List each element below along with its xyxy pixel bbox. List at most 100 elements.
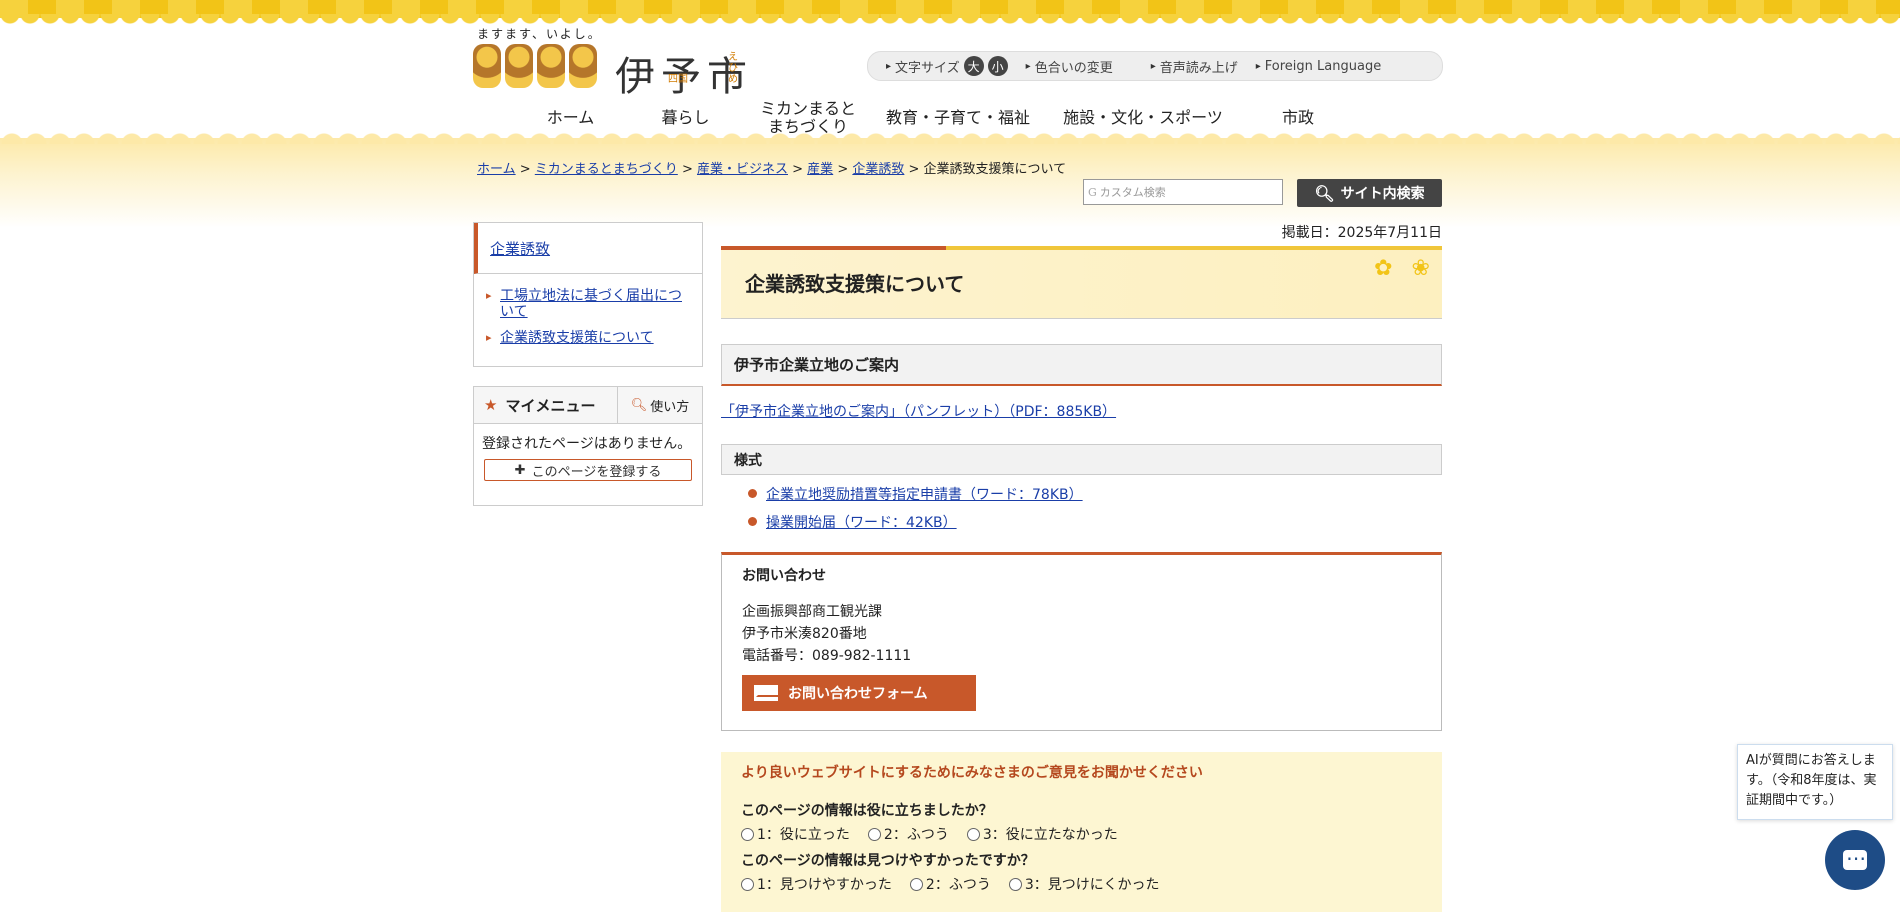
- nav-living[interactable]: 暮らし: [628, 100, 743, 136]
- radio-button[interactable]: [867, 827, 881, 841]
- feedback-form: より良いウェブサイトにするためにみなさまのご意見をお聞かせください このページの…: [721, 752, 1442, 912]
- hero-background: [0, 130, 1900, 228]
- radio-button[interactable]: [1008, 877, 1022, 891]
- feedback-option[interactable]: 1：見つけやすかった: [741, 874, 892, 894]
- site-search-button[interactable]: 🔍︎ サイト内検索: [1297, 179, 1442, 207]
- add-to-my-menu-button[interactable]: ✚ このページを登録する: [484, 459, 692, 481]
- foreign-language-link[interactable]: Foreign Language: [1256, 59, 1381, 74]
- feedback-title: より良いウェブサイトにするためにみなさまのご意見をお聞かせください: [741, 765, 1203, 781]
- sidebar-item-link[interactable]: 工場立地法に基づく届出について: [500, 288, 682, 320]
- page-title-box: 企業誘致支援策について ✿ ❀: [721, 246, 1442, 319]
- contact-address: 伊予市米湊820番地: [742, 626, 867, 642]
- radio-button[interactable]: [966, 827, 980, 841]
- breadcrumb: ホーム > ミカンまるとまちづくり > 産業・ビジネス > 産業 > 企業誘致 …: [477, 162, 1067, 177]
- document-link[interactable]: 操業開始届（ワード：42KB）: [766, 515, 957, 531]
- post-date: 掲載日：2025年7月11日: [1281, 225, 1442, 241]
- top-decorative-band: [0, 0, 1900, 24]
- contact-form-label: お問い合わせフォーム: [788, 686, 928, 702]
- nav-home[interactable]: ホーム: [513, 100, 628, 136]
- my-menu-help-link[interactable]: 🔍︎ 使い方: [618, 387, 702, 423]
- utility-bar: 文字サイズ 大 小 色合いの変更 音声読み上げ Foreign Language: [867, 51, 1443, 81]
- sidebar-local-nav: 企業誘致 工場立地法に基づく届出について 企業誘致支援策について: [473, 222, 703, 367]
- feedback-option[interactable]: 3：役に立たなかった: [966, 824, 1118, 844]
- sidebar-link-list: 工場立地法に基づく届出について 企業誘致支援策について: [474, 274, 702, 366]
- breadcrumb-link[interactable]: 企業誘致: [852, 162, 904, 177]
- my-menu-help-text: 使い方: [650, 399, 690, 415]
- feedback-option[interactable]: 2：ふつう: [867, 824, 949, 844]
- document-item: 企業立地奨励措置等指定申請書（ワード：78KB）: [748, 484, 1083, 504]
- contact-form-button[interactable]: お問い合わせフォーム: [742, 675, 976, 711]
- feedback-option[interactable]: 1：役に立った: [741, 824, 850, 844]
- nav-government[interactable]: 市政: [1243, 100, 1353, 136]
- font-size-control: 文字サイズ 大 小: [886, 56, 1008, 76]
- global-nav: ホーム 暮らし ミカンまるとまちづくり 教育・子育て・福祉 施設・文化・スポーツ…: [513, 100, 1353, 136]
- color-change-label: 色合いの変更: [1034, 60, 1113, 76]
- foreign-language-label: Foreign Language: [1264, 58, 1382, 74]
- search-placeholder: カスタム検索: [1099, 186, 1166, 199]
- nav-town[interactable]: ミカンまるとまちづくり: [743, 100, 873, 136]
- document-list: 企業立地奨励措置等指定申請書（ワード：78KB） 操業開始届（ワード：42KB）: [748, 484, 1083, 540]
- contact-title: お問い合わせ: [742, 568, 826, 584]
- my-menu-header: ★ マイメニュー 🔍︎ 使い方: [474, 387, 702, 424]
- feedback-option[interactable]: 2：ふつう: [909, 874, 991, 894]
- read-aloud-label: 音声読み上げ: [1159, 60, 1238, 76]
- search-icon: 🔍︎: [1314, 183, 1335, 203]
- pamphlet-pdf-link[interactable]: 「伊予市企業立地のご案内」（パンフレット）（PDF：885KB）: [721, 401, 1116, 421]
- feedback-question-findability: このページの情報は見つけやすかったですか？: [741, 853, 1035, 869]
- section-heading-guide: 伊予市企業立地のご案内: [721, 344, 1442, 386]
- page-title: 企業誘致支援策について: [745, 272, 965, 296]
- logo-mikan-icon: [569, 44, 597, 88]
- ai-chat-button[interactable]: [1825, 830, 1885, 890]
- breadcrumb-link[interactable]: 産業・ビジネス: [697, 162, 788, 177]
- search-icon: 🔍︎: [630, 397, 648, 413]
- contact-phone: 電話番号：089-982-1111: [742, 648, 912, 664]
- sidebar-item-link[interactable]: 企業誘致支援策について: [500, 330, 654, 346]
- breadcrumb-link[interactable]: ホーム: [477, 162, 516, 177]
- logo-sub-ehime: えひめ: [728, 52, 738, 85]
- site-logo-mark[interactable]: [473, 44, 597, 88]
- breadcrumb-current: 企業誘致支援策について: [923, 162, 1067, 177]
- feedback-option-label: 3：見つけにくかった: [1024, 877, 1160, 893]
- my-menu-title-text: マイメニュー: [505, 396, 596, 415]
- feedback-option-label: 2：ふつう: [883, 827, 949, 843]
- feedback-option-label: 3：役に立たなかった: [982, 827, 1118, 843]
- contact-box: お問い合わせ 企画振興部商工観光課 伊予市米湊820番地 電話番号：089-98…: [721, 552, 1442, 731]
- chat-icon: [1843, 846, 1867, 870]
- nav-facilities[interactable]: 施設・文化・スポーツ: [1043, 100, 1243, 136]
- color-change-link[interactable]: 色合いの変更: [1026, 57, 1113, 76]
- sidebar-heading: 企業誘致: [474, 223, 702, 274]
- breadcrumb-link[interactable]: 産業: [807, 162, 833, 177]
- radio-button[interactable]: [909, 877, 923, 891]
- logo-mikan-icon: [473, 44, 501, 88]
- flower-decoration-icon: ✿ ❀: [1374, 256, 1436, 281]
- document-link[interactable]: 企業立地奨励措置等指定申請書（ワード：78KB）: [766, 487, 1083, 503]
- radio-button[interactable]: [741, 827, 754, 841]
- feedback-options-usefulness: 1：役に立った 2：ふつう 3：役に立たなかった: [741, 824, 1422, 844]
- contact-department: 企画振興部商工観光課: [742, 604, 882, 620]
- section-heading-forms: 様式: [721, 444, 1442, 475]
- ai-chat-bubble: AIが質問にお答えします。（令和8年度は、実証期間中です。）: [1737, 744, 1893, 820]
- breadcrumb-link[interactable]: ミカンまるとまちづくり: [535, 162, 678, 177]
- logo-mikan-icon: [505, 44, 533, 88]
- google-icon: G: [1088, 185, 1097, 199]
- feedback-options-findability: 1：見つけやすかった 2：ふつう 3：見つけにくかった: [741, 874, 1422, 894]
- sidebar-item: 企業誘致支援策について: [486, 330, 690, 346]
- site-search-label: サイト内検索: [1340, 186, 1425, 202]
- mail-icon: [754, 685, 778, 701]
- star-icon: ★: [484, 396, 498, 414]
- search-input[interactable]: G カスタム検索: [1083, 179, 1283, 205]
- feedback-option[interactable]: 3：見つけにくかった: [1008, 874, 1160, 894]
- nav-education[interactable]: 教育・子育て・福祉: [873, 100, 1043, 136]
- feedback-option-label: 2：ふつう: [925, 877, 991, 893]
- document-item: 操業開始届（ワード：42KB）: [748, 512, 1083, 532]
- my-menu-empty-message: 登録されたページはありません。: [482, 436, 692, 452]
- font-large-button[interactable]: 大: [963, 56, 984, 76]
- font-size-label: 文字サイズ: [895, 60, 960, 76]
- font-small-button[interactable]: 小: [987, 56, 1008, 76]
- sidebar-heading-link[interactable]: 企業誘致: [490, 238, 550, 259]
- feedback-question-usefulness: このページの情報は役に立ちましたか？: [741, 803, 993, 819]
- read-aloud-link[interactable]: 音声読み上げ: [1151, 57, 1238, 76]
- my-menu-title: ★ マイメニュー: [474, 387, 618, 423]
- add-to-my-menu-label: このページを登録する: [531, 464, 662, 480]
- radio-button[interactable]: [741, 877, 754, 891]
